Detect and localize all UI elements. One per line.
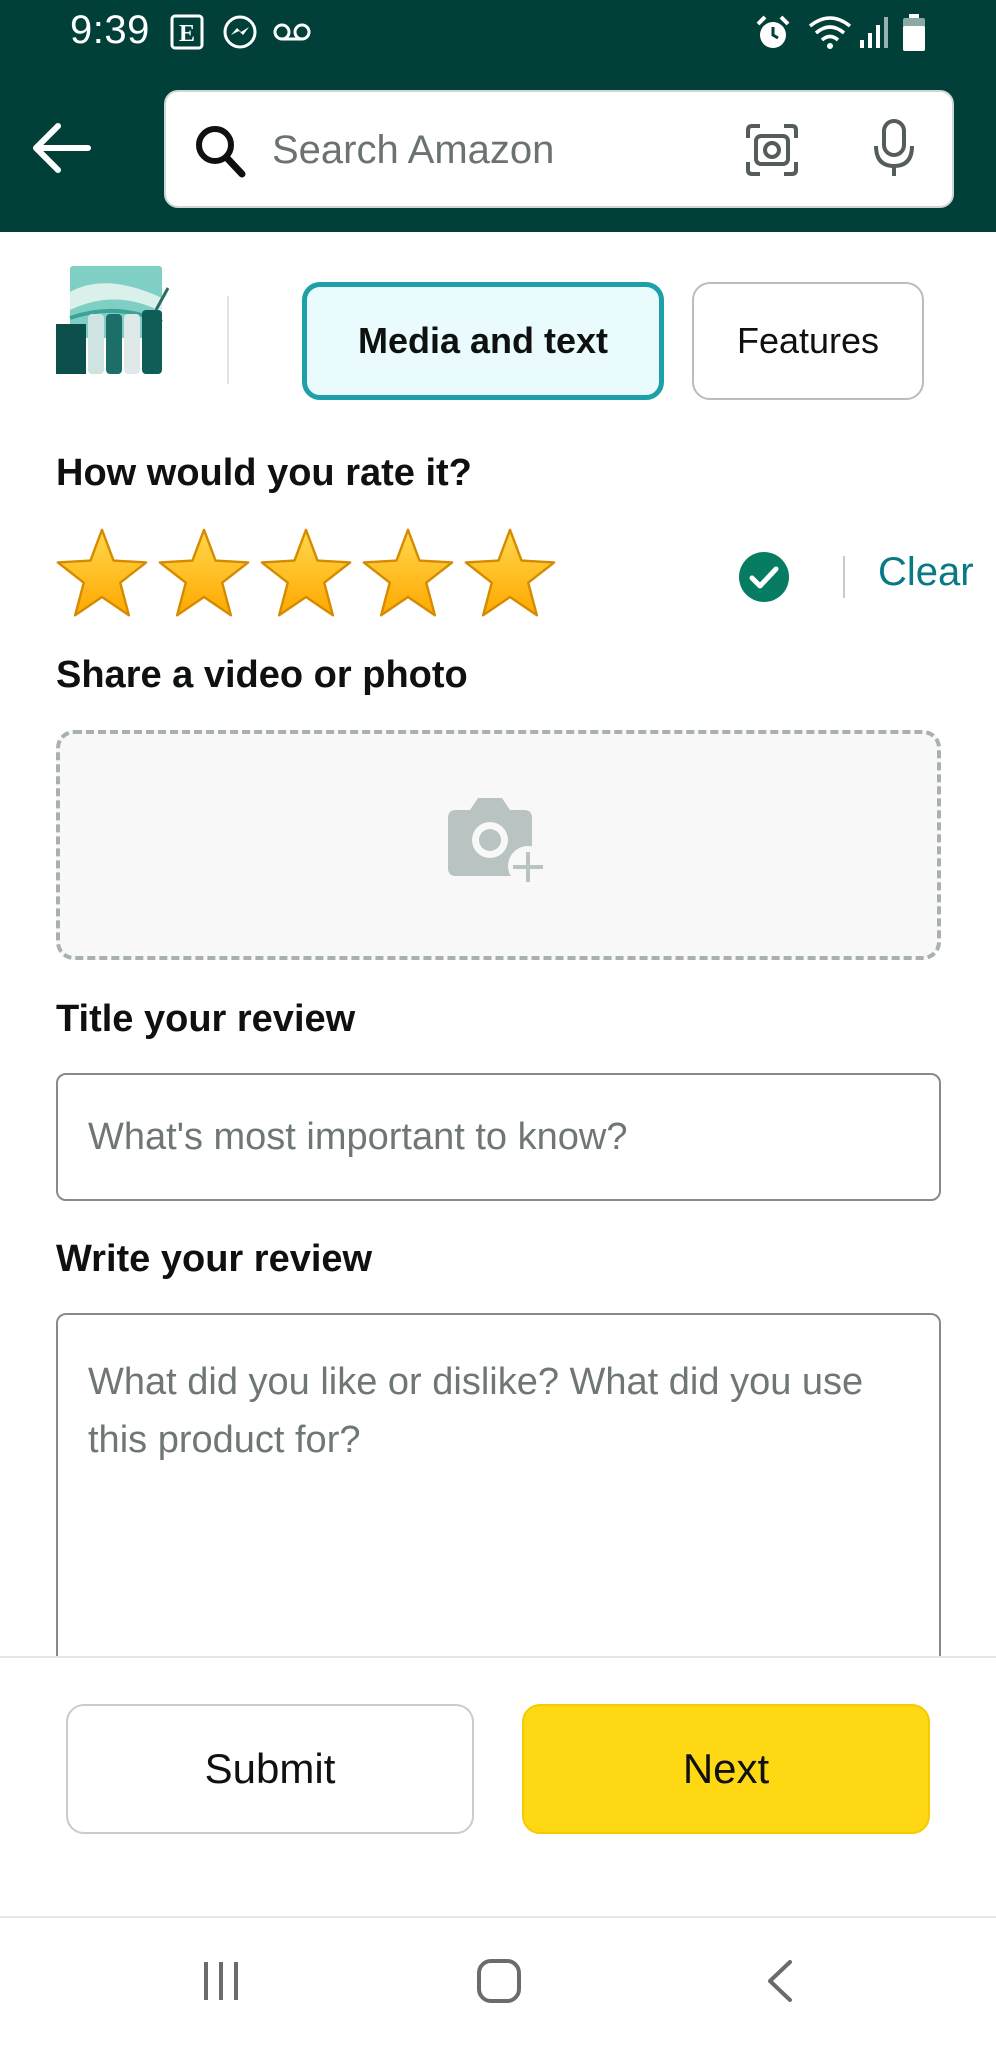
wifi-icon [808,14,852,57]
status-time: 9:39 [70,8,150,52]
camera-lens-icon[interactable] [744,122,800,183]
review-field[interactable] [56,1313,941,1673]
product-thumbnail [56,262,176,382]
messenger-icon [222,14,258,55]
tab-features[interactable]: Features [692,282,924,400]
search-bar[interactable] [164,90,954,208]
star-4-icon[interactable] [360,526,456,622]
tab-media-and-text[interactable]: Media and text [302,282,664,400]
recent-apps-icon[interactable] [198,1958,244,2009]
back-arrow-icon[interactable] [30,122,92,174]
rating-heading: How would you rate it? [56,452,472,494]
signal-icon [858,14,892,55]
check-circle-icon [738,551,790,608]
etsy-icon: E [170,14,204,55]
alarm-icon [754,14,792,57]
svg-text:E: E [179,21,195,47]
clear-rating-link[interactable]: Clear [878,550,974,595]
star-5-icon[interactable] [462,526,558,622]
clear-separator [843,556,845,598]
title-heading: Title your review [56,998,356,1040]
search-icon [194,124,246,185]
title-input[interactable] [88,1075,908,1199]
review-heading: Write your review [56,1238,373,1280]
star-rating[interactable] [54,526,558,622]
back-icon[interactable] [762,1958,798,2009]
add-photo-icon [442,794,552,893]
status-bar: 9:39 E [0,0,996,70]
star-1-icon[interactable] [54,526,150,622]
home-icon[interactable] [476,1958,522,2009]
app-header: 9:39 E [0,0,996,232]
thumb-divider [227,296,229,384]
star-2-icon[interactable] [156,526,252,622]
review-textarea[interactable] [88,1353,908,1653]
submit-button[interactable]: Submit [66,1704,474,1834]
system-nav-bar [0,1916,996,2048]
battery-icon [902,14,926,57]
next-button[interactable]: Next [522,1704,930,1834]
media-heading: Share a video or photo [56,654,468,696]
microphone-icon[interactable] [870,118,918,185]
title-field[interactable] [56,1073,941,1201]
star-3-icon[interactable] [258,526,354,622]
action-bar: Submit Next [0,1656,996,1918]
voicemail-icon [272,20,312,49]
media-upload-area[interactable] [56,730,941,960]
search-input[interactable] [272,118,752,182]
